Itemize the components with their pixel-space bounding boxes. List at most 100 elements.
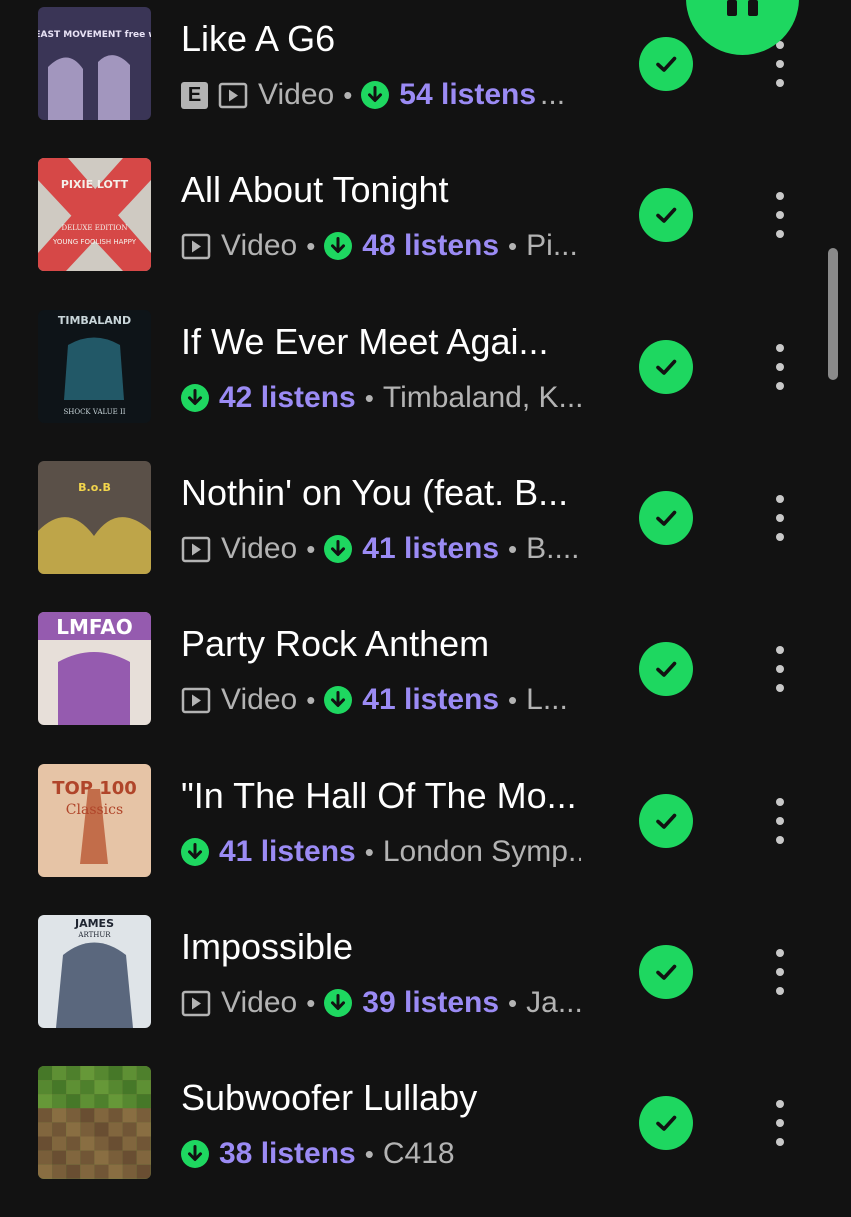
more-dot	[776, 1138, 784, 1146]
track-meta: Video • 41 listens • B....	[181, 529, 581, 569]
album-art[interactable]: B.o.B	[38, 461, 151, 574]
more-dot	[776, 211, 784, 219]
download-arrow-icon	[181, 838, 209, 866]
download-arrow-icon	[361, 81, 390, 109]
more-vertical-icon[interactable]	[772, 1096, 788, 1150]
check-icon	[651, 654, 681, 684]
more-dot	[776, 968, 784, 976]
download-arrow-icon	[181, 1140, 209, 1168]
more-vertical-icon[interactable]	[772, 340, 788, 394]
track-row[interactable]: LMFAO Party Rock Anthem Video • 41 listens • L…	[0, 612, 851, 763]
more-dot	[776, 798, 784, 806]
svg-text:PIXIE LOTT: PIXIE LOTT	[61, 178, 129, 191]
meta-separator: •	[508, 230, 518, 261]
album-art[interactable]	[38, 1066, 151, 1179]
more-dot	[776, 665, 784, 673]
check-icon	[651, 352, 681, 382]
track-title: If We Ever Meet Agai...	[181, 322, 549, 362]
svg-text:FAR EAST MOVEMENT free wired: FAR EAST MOVEMENT free wired	[38, 30, 151, 40]
check-icon	[651, 1108, 681, 1138]
track-row[interactable]: TOP 100 Classics "In The Hall Of The Mo...…	[0, 764, 851, 915]
track-row[interactable]: PIXIE LOTT DELUXE EDITION YOUNG FOOLISH HA…	[0, 158, 851, 309]
more-dot	[776, 949, 784, 957]
track-meta: Video • 39 listens • Ja...	[181, 983, 581, 1023]
track-meta: Video • 48 listens • Pi...	[181, 226, 581, 266]
artist-name: London Symp...	[382, 835, 581, 868]
download-arrow-icon	[324, 989, 353, 1017]
download-arrow-icon	[324, 535, 353, 563]
in-library-button[interactable]	[639, 642, 693, 696]
artist-name: B....	[526, 532, 580, 565]
more-vertical-icon[interactable]	[772, 945, 788, 999]
album-art[interactable]: TIMBALAND SHOCK VALUE II	[38, 310, 151, 423]
more-vertical-icon[interactable]	[772, 642, 788, 696]
explicit-badge-icon: E	[181, 81, 208, 109]
check-icon	[651, 503, 681, 533]
svg-text:JAMES: JAMES	[74, 917, 114, 930]
more-dot	[776, 344, 784, 352]
track-title: Like A G6	[181, 19, 336, 59]
in-library-button[interactable]	[639, 491, 693, 545]
album-art[interactable]: JAMES ARTHUR	[38, 915, 151, 1028]
listen-count: 41 listens	[219, 835, 356, 868]
listen-count: 42 listens	[219, 381, 356, 414]
svg-text:LMFAO: LMFAO	[56, 615, 133, 639]
in-library-button[interactable]	[639, 340, 693, 394]
more-vertical-icon[interactable]	[772, 491, 788, 545]
album-art[interactable]: FAR EAST MOVEMENT free wired	[38, 7, 151, 120]
meta-separator: •	[306, 987, 316, 1018]
svg-text:Classics: Classics	[66, 802, 123, 818]
svg-text:TIMBALAND: TIMBALAND	[58, 314, 131, 327]
track-row[interactable]: B.o.B Nothin' on You (feat. B... Video • 41 …	[0, 461, 851, 612]
album-art[interactable]: PIXIE LOTT DELUXE EDITION YOUNG FOOLISH HA…	[38, 158, 151, 271]
check-icon	[651, 957, 681, 987]
pause-icon	[727, 0, 737, 16]
listen-count: 38 listens	[219, 1137, 356, 1170]
in-library-button[interactable]	[639, 1096, 693, 1150]
download-arrow-icon	[181, 384, 209, 412]
artist-name: L...	[526, 683, 568, 716]
svg-text:ARTHUR: ARTHUR	[77, 931, 111, 939]
track-row[interactable]: Subwoofer Lullaby 38 listens • C418	[0, 1066, 851, 1217]
more-dot	[776, 192, 784, 200]
svg-text:DELUXE EDITION: DELUXE EDITION	[62, 224, 128, 232]
track-row[interactable]: TIMBALAND SHOCK VALUE II If We Ever Meet A…	[0, 310, 851, 461]
track-title: Subwoofer Lullaby	[181, 1078, 478, 1118]
type-label: Video	[221, 532, 298, 565]
more-dot	[776, 533, 784, 541]
download-arrow-icon	[324, 686, 353, 714]
type-label: Video	[221, 229, 298, 262]
video-icon	[218, 82, 248, 109]
video-icon	[181, 536, 211, 563]
meta-separator: •	[508, 987, 518, 1018]
in-library-button[interactable]	[639, 188, 693, 242]
track-list: FAR EAST MOVEMENT free wired Like A G6 E Vi…	[0, 0, 851, 1200]
svg-text:B.o.B: B.o.B	[78, 481, 111, 494]
more-dot	[776, 987, 784, 995]
track-title: All About Tonight	[181, 170, 449, 210]
meta-separator: •	[364, 1138, 374, 1169]
artist-name: Ja...	[526, 986, 581, 1019]
listen-count: 41 listens	[362, 683, 500, 716]
track-title: Impossible	[181, 927, 354, 967]
listen-count: 54 listens	[399, 78, 537, 111]
album-art[interactable]: LMFAO	[38, 612, 151, 725]
in-library-button[interactable]	[639, 945, 693, 999]
track-meta: 41 listens • London Symp...	[181, 832, 581, 872]
scrollbar[interactable]	[828, 248, 838, 380]
album-art[interactable]: TOP 100 Classics	[38, 764, 151, 877]
more-dot	[776, 60, 784, 68]
track-meta: 42 listens • Timbaland, K...	[181, 378, 581, 418]
in-library-button[interactable]	[639, 37, 693, 91]
track-row[interactable]: JAMES ARTHUR Impossible Video • 39 listens • Ja…	[0, 915, 851, 1066]
more-dot	[776, 817, 784, 825]
meta-separator: •	[343, 79, 353, 110]
more-vertical-icon[interactable]	[772, 188, 788, 242]
in-library-button[interactable]	[639, 794, 693, 848]
listen-count: 48 listens	[362, 229, 500, 262]
more-dot	[776, 836, 784, 844]
meta-separator: •	[364, 382, 374, 413]
more-vertical-icon[interactable]	[772, 794, 788, 848]
type-label: Video	[221, 986, 298, 1019]
more-dot	[776, 684, 784, 692]
